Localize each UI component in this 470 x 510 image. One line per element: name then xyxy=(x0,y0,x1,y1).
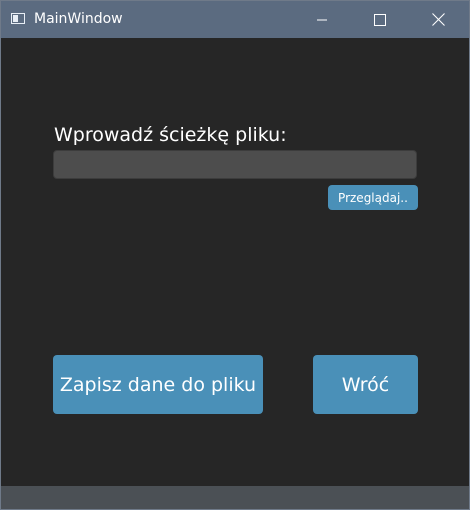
path-label: Wprowadź ścieżkę pliku: xyxy=(54,124,287,146)
back-button[interactable]: Wróć xyxy=(313,355,418,414)
main-window: MainWindow Wprowadź ścieżkę pliku: Przeg… xyxy=(0,0,470,510)
file-path-input[interactable] xyxy=(53,150,417,179)
window-title: MainWindow xyxy=(34,11,123,27)
maximize-icon xyxy=(374,13,386,26)
minimize-button[interactable] xyxy=(299,1,345,38)
title-bar[interactable]: MainWindow xyxy=(1,1,469,38)
status-bar xyxy=(1,486,469,509)
close-icon xyxy=(431,13,445,26)
browse-button[interactable]: Przeglądaj.. xyxy=(328,185,418,210)
close-button[interactable] xyxy=(415,1,461,38)
app-window-icon xyxy=(11,13,25,24)
maximize-button[interactable] xyxy=(357,1,403,38)
save-to-file-button[interactable]: Zapisz dane do pliku xyxy=(53,355,263,414)
minimize-icon xyxy=(317,19,327,20)
